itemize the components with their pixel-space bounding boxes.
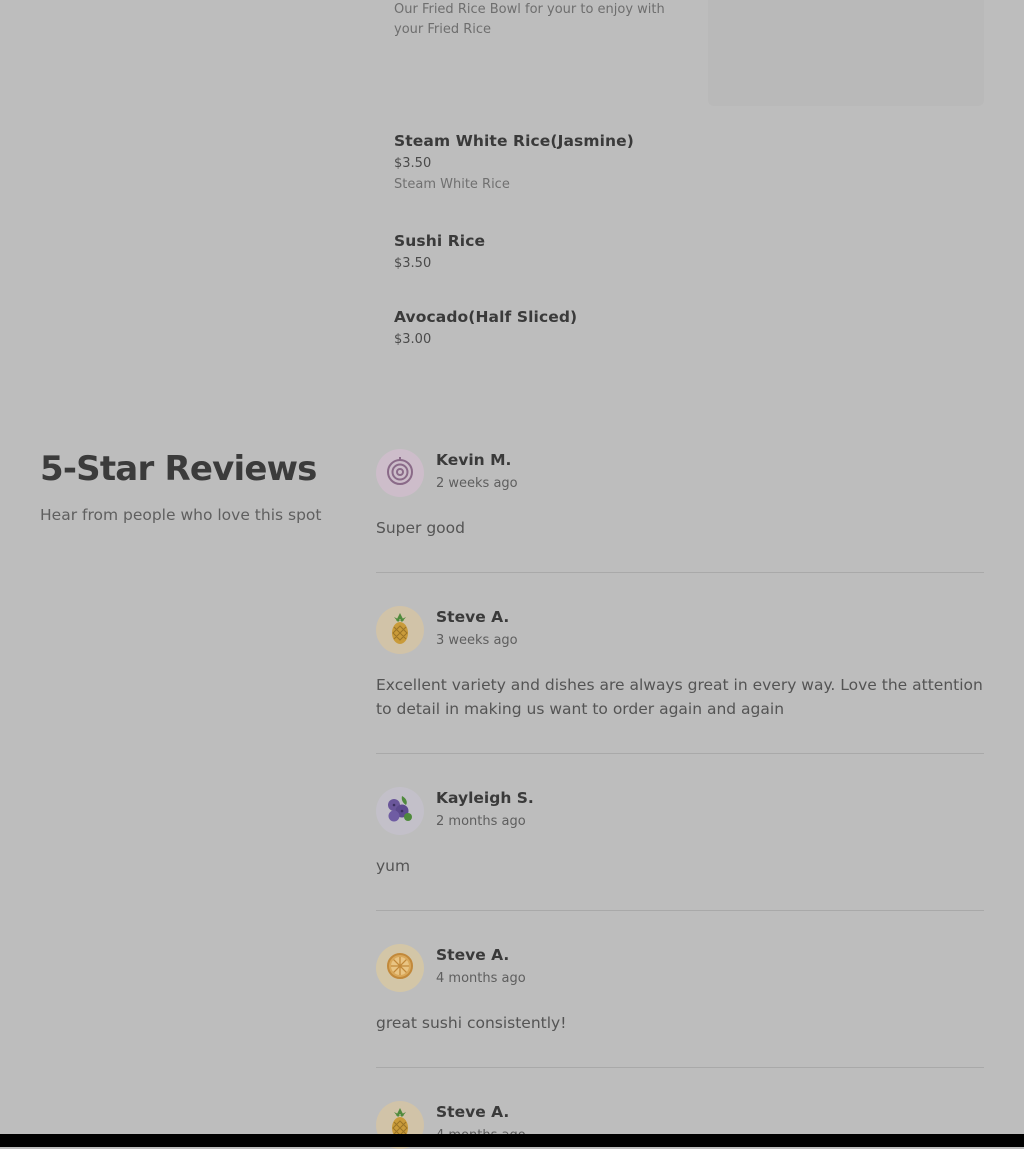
menu-item-price: $3.50 xyxy=(394,256,432,271)
review-text: Excellent variety and dishes are always … xyxy=(376,676,983,718)
menu-item-price: $3.00 xyxy=(394,332,432,347)
menu-item-name: Avocado(Half Sliced) xyxy=(394,308,578,326)
review-text: Super good xyxy=(376,519,465,537)
review-time: 2 months ago xyxy=(436,814,526,829)
menu-item[interactable]: Sushi Rice $3.50 xyxy=(394,232,485,271)
avatar xyxy=(376,944,424,992)
review-text: great sushi consistently! xyxy=(376,1014,567,1032)
avatar xyxy=(376,449,424,497)
blueberry-icon xyxy=(384,793,416,829)
review-time: 3 weeks ago xyxy=(436,633,518,648)
avatar xyxy=(376,606,424,654)
review-text: yum xyxy=(376,857,411,875)
reviewer-name: Steve A. xyxy=(436,608,510,626)
avatar xyxy=(376,787,424,835)
menu-item-name: Steam White Rice(Jasmine) xyxy=(394,132,634,150)
review-time: 2 weeks ago xyxy=(436,476,518,491)
reviewer-name: Kevin M. xyxy=(436,451,512,469)
reviewer-name: Steve A. xyxy=(436,946,510,964)
divider xyxy=(376,572,984,573)
menu-item[interactable]: Avocado(Half Sliced) $3.00 xyxy=(394,308,577,347)
reviewer-name: Kayleigh S. xyxy=(436,789,534,807)
orange-slice-icon xyxy=(385,951,415,985)
menu-item-price: $3.50 xyxy=(394,156,432,171)
menu-item-name: Sushi Rice xyxy=(394,232,486,250)
pineapple-icon xyxy=(385,611,415,649)
menu-item-description: Our Fried Rice Bowl for your to enjoy wi… xyxy=(394,2,665,37)
onion-icon xyxy=(385,456,415,490)
reviews-subtitle: Hear from people who love this spot xyxy=(40,506,322,524)
divider xyxy=(376,753,984,754)
menu-item-description: Steam White Rice xyxy=(394,177,510,192)
divider xyxy=(376,910,984,911)
menu-item[interactable]: Steam White Rice(Jasmine) $3.50 Steam Wh… xyxy=(394,132,634,192)
reviewer-name: Steve A. xyxy=(436,1103,510,1121)
bottom-bar xyxy=(0,1134,1024,1147)
review-time: 4 months ago xyxy=(436,971,526,986)
reviews-title: 5-Star Reviews xyxy=(40,449,317,489)
menu-item-image[interactable] xyxy=(708,0,984,106)
divider xyxy=(376,1067,984,1068)
